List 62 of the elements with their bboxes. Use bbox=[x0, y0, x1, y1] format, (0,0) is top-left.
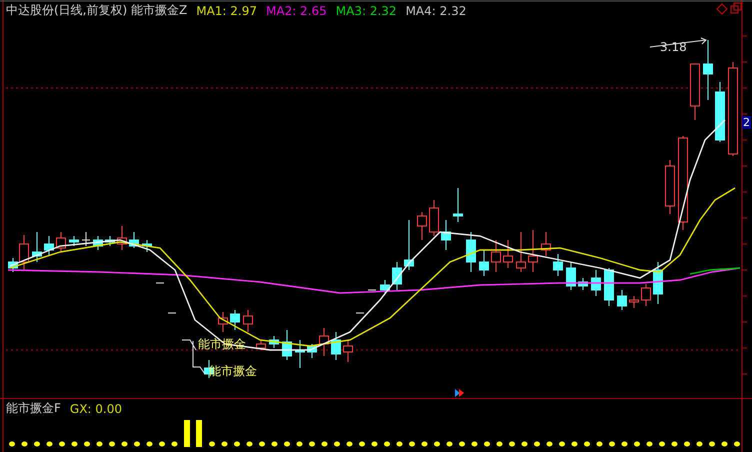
ma-value: MA4: 2.32 bbox=[406, 4, 466, 18]
candlestick bbox=[269, 336, 279, 348]
candlestick bbox=[591, 270, 601, 296]
candlestick bbox=[441, 220, 451, 250]
candlestick bbox=[566, 262, 576, 290]
ma-value: MA1: 2.97 bbox=[196, 4, 257, 18]
candlestick bbox=[82, 232, 90, 246]
candlestick bbox=[466, 232, 476, 272]
candlestick bbox=[295, 340, 305, 368]
axis-label: 2 bbox=[742, 116, 751, 129]
candlestick bbox=[617, 290, 627, 310]
candlestick bbox=[307, 344, 317, 358]
candlestick bbox=[665, 160, 675, 214]
candlestick bbox=[516, 232, 526, 272]
candlestick bbox=[69, 236, 79, 246]
candlestick bbox=[453, 188, 463, 222]
candlestick bbox=[319, 328, 329, 356]
arrow-marker-icon bbox=[455, 389, 464, 397]
candlestick bbox=[282, 330, 292, 360]
indicator-title: 能市撅金F bbox=[6, 400, 61, 417]
indicator-value: GX: 0.00 bbox=[70, 402, 122, 416]
candlestick bbox=[641, 284, 651, 306]
candlestick bbox=[392, 262, 402, 290]
candlestick bbox=[93, 236, 103, 250]
candlestick bbox=[503, 240, 513, 268]
candlestick bbox=[491, 240, 501, 272]
candlestick bbox=[578, 278, 588, 290]
ma-value: MA3: 2.32 bbox=[336, 4, 397, 18]
candlestick bbox=[604, 268, 614, 306]
diamond-icon bbox=[716, 3, 728, 15]
candlestick bbox=[479, 250, 489, 276]
candlestick bbox=[417, 212, 427, 240]
candlestick bbox=[129, 232, 139, 248]
candlestick bbox=[142, 240, 152, 252]
candlestick bbox=[356, 312, 364, 314]
candlestick bbox=[629, 296, 639, 308]
candlestick bbox=[528, 230, 538, 272]
candlestick bbox=[117, 226, 127, 250]
candlestick bbox=[541, 232, 551, 256]
candlestick bbox=[653, 262, 663, 304]
candlestick bbox=[703, 40, 713, 100]
candlestick bbox=[404, 220, 414, 270]
candlestick bbox=[44, 236, 54, 256]
candlestick bbox=[715, 82, 725, 142]
candlestick bbox=[343, 340, 353, 362]
candlestick bbox=[331, 332, 341, 360]
window-icon bbox=[730, 2, 742, 14]
candlestick bbox=[380, 280, 390, 294]
chart-title: 中达股份(日线,前复权) 能市撅金Z bbox=[6, 2, 188, 19]
candlestick bbox=[168, 312, 176, 314]
candlestick bbox=[243, 310, 253, 332]
candlestick bbox=[230, 310, 240, 330]
candlestick bbox=[553, 254, 563, 276]
candlestick bbox=[218, 312, 228, 332]
candlestick bbox=[690, 64, 700, 120]
candlestick bbox=[256, 340, 266, 350]
ma-value: MA2: 2.65 bbox=[266, 4, 327, 18]
candlestick bbox=[56, 232, 66, 252]
candlestick bbox=[156, 282, 164, 284]
candlestick bbox=[105, 236, 115, 246]
candlestick bbox=[429, 200, 439, 236]
candlestick bbox=[32, 232, 42, 262]
